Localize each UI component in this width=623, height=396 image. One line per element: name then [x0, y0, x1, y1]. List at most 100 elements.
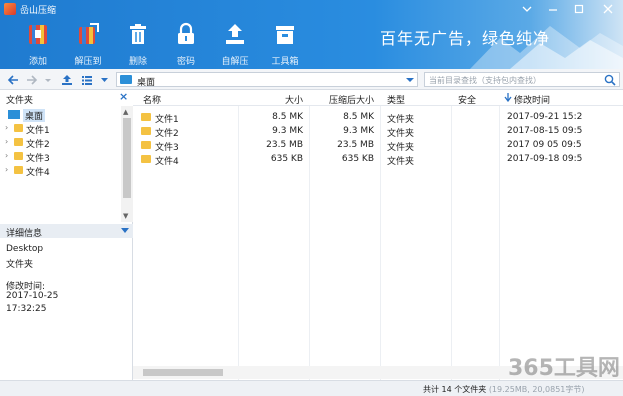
column-header-row: 名称 大小 压缩后大小 类型 安全 修改时间 [133, 90, 623, 106]
delete-button[interactable]: 删除 [116, 22, 160, 67]
column-header-size[interactable]: 大小 [283, 93, 303, 106]
expand-chevron-icon[interactable]: › [5, 137, 8, 146]
status-detail: (19.25MB, 20,0851字节) [488, 385, 585, 394]
status-summary: 共计 14 个文件夹 [423, 385, 487, 394]
details-title: 详细信息 [6, 229, 43, 239]
scroll-up-icon[interactable]: ▲ [123, 108, 128, 116]
extract-button-label: 解压到 [74, 57, 102, 67]
add-button[interactable]: 添加 [16, 22, 60, 67]
password-button[interactable]: 密码 [164, 22, 208, 67]
folder-pane: 文件夹 × 桌面 › 文件1 › 文件2 › 文件3 › 文件4 ▲ ▼ 详细信… [0, 90, 133, 380]
add-button-label: 添加 [28, 57, 47, 67]
folder-pane-title: 文件夹 [6, 96, 34, 106]
column-header-name[interactable]: 名称 [143, 93, 161, 106]
column-header-type[interactable]: 类型 [387, 93, 405, 106]
tree-item[interactable]: › 文件3 [0, 150, 121, 164]
collapse-triangle-icon[interactable] [121, 228, 129, 233]
scrollbar-thumb[interactable] [123, 118, 131, 198]
title-bar: 嵒山压缩 [0, 0, 623, 18]
file-list: 名称 大小 压缩后大小 类型 安全 修改时间 文件1 8.5 MK 8.5 MK… [133, 90, 623, 380]
status-text: 共计 14 个文件夹 (19.25MB, 20,0851字节) [423, 384, 585, 395]
expand-chevron-icon[interactable]: › [5, 123, 8, 132]
cell-size: 23.5 MB [266, 140, 303, 150]
navigation-bar: 桌面 [0, 69, 623, 90]
search-icon[interactable] [604, 74, 616, 86]
detail-modified-time: 17:32:25 [6, 304, 47, 314]
toolbox-button[interactable]: 工具箱 [263, 22, 307, 67]
cell-packed: 635 KB [341, 154, 374, 164]
cell-modified: 2017-09-21 15:2 [507, 112, 583, 122]
address-text: 桌面 [137, 78, 156, 88]
close-icon[interactable] [600, 2, 616, 16]
tree-item-label: 文件2 [26, 140, 50, 150]
scrollbar-thumb[interactable] [143, 369, 223, 376]
cell-modified: 2017-08-15 09:5 [507, 126, 583, 136]
extract-button[interactable]: 解压到 [66, 22, 110, 67]
table-row[interactable]: 文件3 23.5 MB 23.5 MB 文件夹 2017 09 05 09:5 [133, 138, 623, 153]
table-row[interactable]: 文件2 9.3 MK 9.3 MK 文件夹 2017-08-15 09:5 [133, 124, 623, 139]
expand-chevron-icon[interactable]: › [5, 151, 8, 160]
add-archive-icon [29, 25, 47, 44]
cell-modified: 2017 09 05 09:5 [507, 140, 582, 150]
folder-icon [14, 166, 23, 174]
address-bar[interactable]: 桌面 [116, 72, 418, 88]
view-dropdown-icon[interactable] [100, 73, 109, 87]
close-pane-icon[interactable]: × [119, 91, 129, 102]
folder-icon [14, 124, 23, 132]
tree-scrollbar[interactable]: ▲ ▼ [121, 106, 133, 222]
sort-down-arrow-icon [504, 93, 512, 105]
cell-size: 635 KB [270, 154, 303, 164]
folder-icon [141, 155, 151, 163]
column-header-packed[interactable]: 压缩后大小 [329, 93, 374, 106]
forward-arrow-icon[interactable] [25, 73, 39, 87]
column-header-modified[interactable]: 修改时间 [514, 93, 550, 106]
folder-icon [141, 113, 151, 121]
app-title: 嵒山压缩 [20, 6, 57, 16]
up-folder-icon[interactable] [60, 73, 74, 87]
desktop-icon [120, 75, 132, 84]
cell-packed: 9.3 MK [343, 126, 374, 136]
tree-item-label: 文件1 [26, 126, 50, 136]
self-extract-button-label: 自解压 [221, 57, 249, 67]
self-extract-button[interactable]: 自解压 [213, 22, 257, 67]
password-button-label: 密码 [176, 57, 195, 67]
folder-icon [14, 138, 23, 146]
tree-item-label: 文件4 [26, 168, 50, 178]
folder-pane-header: 文件夹 × [0, 90, 133, 106]
expand-chevron-icon[interactable]: › [5, 165, 8, 174]
cell-name: 文件4 [155, 157, 179, 167]
lock-icon [178, 22, 194, 44]
column-header-security[interactable]: 安全 [458, 93, 476, 106]
toolbox-icon [276, 26, 294, 44]
trash-icon [130, 24, 146, 44]
toolbox-button-label: 工具箱 [271, 57, 299, 67]
folder-icon [14, 152, 23, 160]
maximize-icon[interactable] [571, 2, 587, 16]
tree-item[interactable]: › 文件4 [0, 164, 121, 178]
title-toolbar-area: 嵒山压缩 添加 解压到 删除 密码 自解压 工具箱 百年无广告，绿色纯净 [0, 0, 623, 69]
minimize-icon[interactable] [545, 2, 561, 16]
cell-packed: 8.5 MK [343, 112, 374, 122]
tree-item-desktop[interactable]: 桌面 [0, 108, 121, 122]
search-input[interactable] [429, 74, 599, 86]
status-bar: 共计 14 个文件夹 (19.25MB, 20,0851字节) [0, 380, 623, 396]
list-view-icon[interactable] [80, 73, 94, 87]
address-dropdown-icon[interactable] [406, 76, 414, 84]
tree-item[interactable]: › 文件1 [0, 122, 121, 136]
table-row[interactable]: 文件1 8.5 MK 8.5 MK 文件夹 2017-09-21 15:2 [133, 110, 623, 125]
cell-packed: 23.5 MB [337, 140, 374, 150]
menu-icon[interactable] [519, 2, 535, 16]
delete-button-label: 删除 [128, 57, 147, 67]
back-arrow-icon[interactable] [6, 73, 20, 87]
cell-size: 8.5 MK [272, 112, 303, 122]
details-header[interactable]: 详细信息 [0, 224, 133, 239]
tree-item[interactable]: › 文件2 [0, 136, 121, 150]
search-box [424, 72, 620, 87]
table-row[interactable]: 文件4 635 KB 635 KB 文件夹 2017-09-18 09:5 [133, 152, 623, 167]
cell-type: 文件夹 [387, 157, 415, 167]
desktop-icon [8, 110, 20, 119]
scroll-down-icon[interactable]: ▼ [123, 212, 128, 220]
history-dropdown-icon[interactable] [44, 73, 52, 87]
watermark: 365工具网 [508, 356, 620, 381]
folder-icon [141, 127, 151, 135]
